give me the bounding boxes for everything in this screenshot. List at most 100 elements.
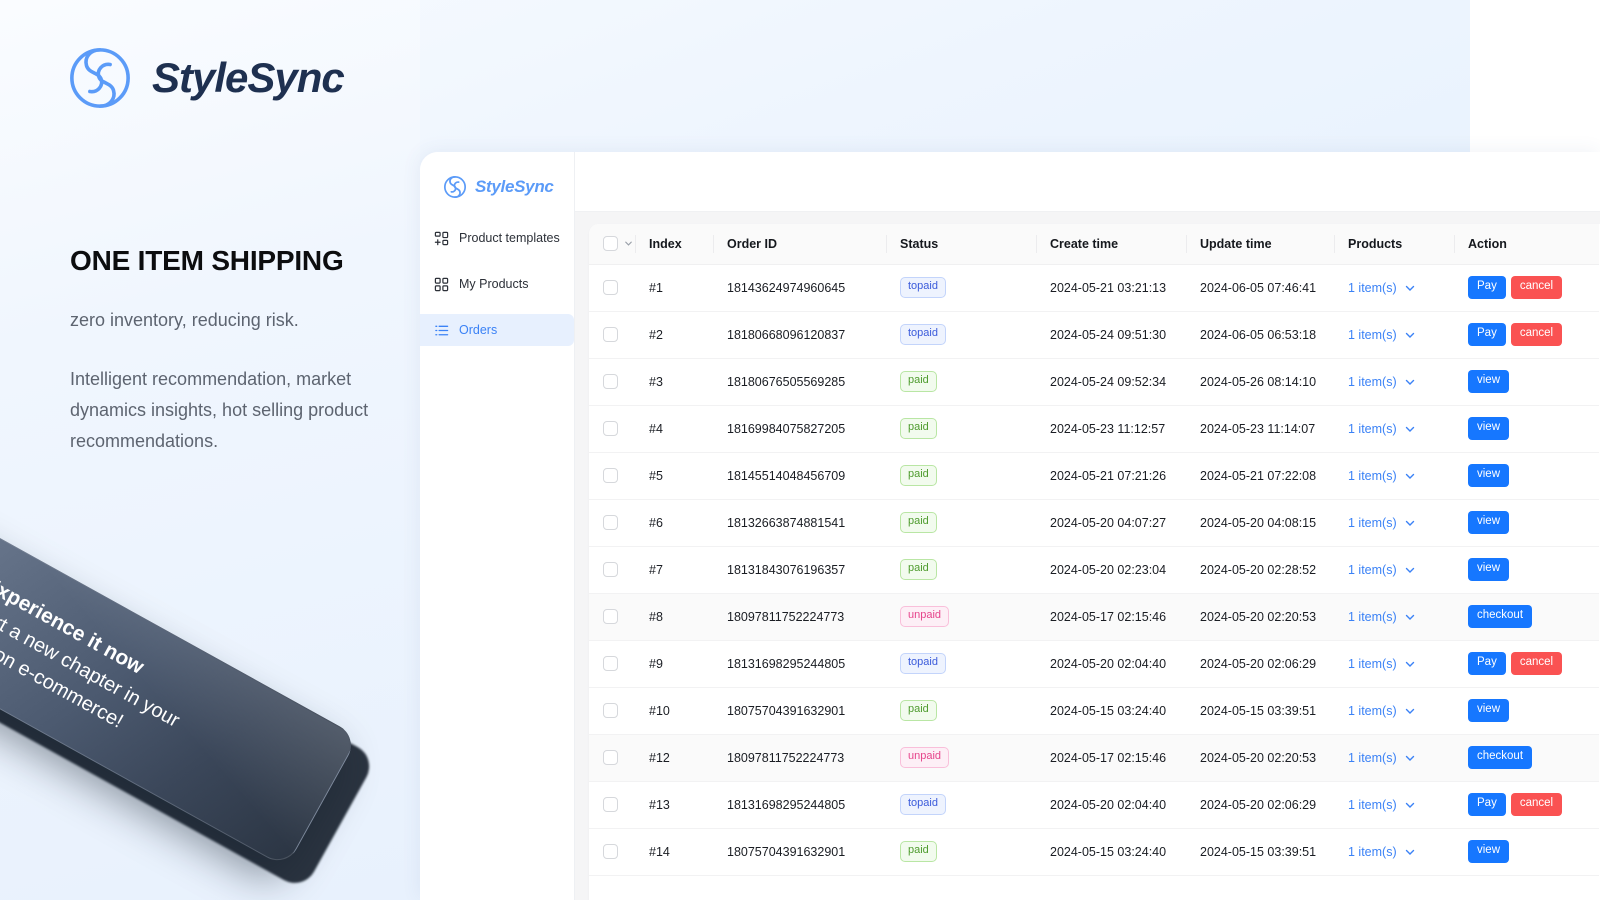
- row-checkbox[interactable]: [603, 797, 618, 813]
- sidebar-item-orders[interactable]: Orders: [420, 314, 574, 346]
- action-view-button[interactable]: view: [1468, 370, 1510, 393]
- action-checkout-button[interactable]: checkout: [1468, 746, 1533, 769]
- table-row[interactable]: #14 18075704391632901 paid 2024-05-15 03:24…: [589, 828, 1599, 876]
- column-header-status[interactable]: Status: [886, 224, 1036, 265]
- sidebar-item-product-templates[interactable]: Product templates: [420, 222, 574, 254]
- action-pay-button[interactable]: Pay: [1468, 652, 1506, 675]
- orders-table-body: #1 18143624974960645 topaid 2024-05-21 03:2…: [589, 264, 1599, 876]
- column-header-products[interactable]: Products: [1334, 224, 1454, 265]
- cell-action: Pay cancel: [1454, 264, 1599, 312]
- cell-products: 1 item(s): [1334, 734, 1454, 782]
- table-row[interactable]: #3 18180676505569285 paid 2024-05-24 09:52:…: [589, 358, 1599, 406]
- column-header-order-id[interactable]: Order ID: [713, 224, 886, 265]
- status-badge: topaid: [900, 653, 946, 674]
- table-row[interactable]: #5 18145514048456709 paid 2024-05-21 07:21:…: [589, 452, 1599, 500]
- cell-status: paid: [886, 405, 1036, 453]
- action-view-button[interactable]: view: [1468, 840, 1510, 863]
- products-expand-link[interactable]: 1 item(s): [1348, 751, 1416, 765]
- table-row[interactable]: #2 18180668096120837 topaid 2024-05-24 09:5…: [589, 311, 1599, 359]
- cell-status: unpaid: [886, 734, 1036, 782]
- table-row[interactable]: #8 18097811752224773 unpaid 2024-05-17 02:1…: [589, 593, 1599, 641]
- products-expand-link[interactable]: 1 item(s): [1348, 422, 1416, 436]
- row-checkbox[interactable]: [603, 656, 618, 672]
- sidebar-item-my-products[interactable]: My Products: [420, 268, 574, 300]
- cell-update-time: 2024-05-15 03:39:51: [1186, 828, 1334, 876]
- marketing-subtext-2: Intelligent recommendation, market dynam…: [70, 369, 369, 452]
- products-expand-link[interactable]: 1 item(s): [1348, 845, 1416, 859]
- cell-update-time: 2024-05-20 02:20:53: [1186, 734, 1334, 782]
- table-row[interactable]: #4 18169984075827205 paid 2024-05-23 11:12:…: [589, 405, 1599, 453]
- table-row[interactable]: #13 18131698295244805 topaid 2024-05-20 02:…: [589, 781, 1599, 829]
- status-badge: paid: [900, 559, 937, 580]
- column-header-update-time[interactable]: Update time: [1186, 224, 1334, 265]
- cell-status: paid: [886, 452, 1036, 500]
- template-grid-icon: [434, 231, 449, 246]
- status-badge: unpaid: [900, 747, 950, 768]
- column-header-create-time[interactable]: Create time: [1036, 224, 1186, 265]
- products-expand-link[interactable]: 1 item(s): [1348, 704, 1416, 718]
- cell-index: #6: [635, 499, 713, 547]
- products-expand-link[interactable]: 1 item(s): [1348, 375, 1416, 389]
- column-header-index[interactable]: Index: [635, 224, 713, 265]
- cell-order-id: 18075704391632901: [713, 687, 886, 735]
- marketing-subtext-1: zero inventory, reducing risk.: [70, 310, 299, 331]
- products-expand-link[interactable]: 1 item(s): [1348, 281, 1416, 295]
- app-window: StyleSync Product templates My Products …: [420, 152, 1600, 900]
- action-pay-button[interactable]: Pay: [1468, 323, 1506, 346]
- row-checkbox[interactable]: [603, 562, 618, 578]
- action-cancel-button[interactable]: cancel: [1510, 323, 1563, 346]
- products-expand-link[interactable]: 1 item(s): [1348, 563, 1416, 577]
- cell-status: unpaid: [886, 593, 1036, 641]
- row-checkbox[interactable]: [603, 750, 618, 766]
- row-checkbox[interactable]: [603, 374, 618, 390]
- cell-index: #9: [635, 640, 713, 688]
- products-expand-link[interactable]: 1 item(s): [1348, 328, 1416, 342]
- table-row[interactable]: #12 18097811752224773 unpaid 2024-05-17 02:…: [589, 734, 1599, 782]
- row-checkbox[interactable]: [603, 844, 618, 860]
- action-cancel-button[interactable]: cancel: [1510, 793, 1563, 816]
- cell-action: Pay cancel: [1454, 640, 1599, 688]
- action-checkout-button[interactable]: checkout: [1468, 605, 1533, 628]
- table-row[interactable]: #9 18131698295244805 topaid 2024-05-20 02:0…: [589, 640, 1599, 688]
- status-badge: topaid: [900, 277, 946, 298]
- chevron-down-icon: [1404, 799, 1416, 811]
- column-header-action[interactable]: Action: [1454, 224, 1599, 265]
- brand-header: StyleSync: [64, 42, 345, 114]
- action-pay-button[interactable]: Pay: [1468, 793, 1506, 816]
- sidebar-item-label: Product templates: [459, 231, 560, 245]
- action-view-button[interactable]: view: [1468, 511, 1510, 534]
- select-all-checkbox[interactable]: [603, 236, 618, 252]
- action-cancel-button[interactable]: cancel: [1510, 652, 1563, 675]
- products-expand-link[interactable]: 1 item(s): [1348, 798, 1416, 812]
- row-checkbox[interactable]: [603, 421, 618, 437]
- products-expand-link[interactable]: 1 item(s): [1348, 469, 1416, 483]
- action-view-button[interactable]: view: [1468, 699, 1510, 722]
- row-checkbox[interactable]: [603, 515, 618, 531]
- row-checkbox[interactable]: [603, 609, 618, 625]
- background-white-corner: [1470, 0, 1600, 155]
- table-row[interactable]: #6 18132663874881541 paid 2024-05-20 04:07:…: [589, 499, 1599, 547]
- action-view-button[interactable]: view: [1468, 558, 1510, 581]
- sidebar-brand[interactable]: StyleSync: [420, 170, 574, 200]
- chevron-down-icon: [1404, 470, 1416, 482]
- action-view-button[interactable]: view: [1468, 464, 1510, 487]
- row-checkbox[interactable]: [603, 468, 618, 484]
- row-checkbox[interactable]: [603, 280, 618, 296]
- action-view-button[interactable]: view: [1468, 417, 1510, 440]
- list-icon: [434, 323, 449, 338]
- action-pay-button[interactable]: Pay: [1468, 276, 1506, 299]
- row-checkbox[interactable]: [603, 327, 618, 343]
- row-checkbox[interactable]: [603, 703, 618, 719]
- products-expand-link[interactable]: 1 item(s): [1348, 516, 1416, 530]
- table-row[interactable]: #7 18131843076196357 paid 2024-05-20 02:23:…: [589, 546, 1599, 594]
- action-cancel-button[interactable]: cancel: [1510, 276, 1563, 299]
- table-row[interactable]: #10 18075704391632901 paid 2024-05-15 03:24…: [589, 687, 1599, 735]
- products-expand-link[interactable]: 1 item(s): [1348, 610, 1416, 624]
- chevron-down-icon[interactable]: [623, 238, 634, 249]
- row-select-cell: [589, 405, 635, 453]
- products-expand-link[interactable]: 1 item(s): [1348, 657, 1416, 671]
- chevron-down-icon: [1404, 611, 1416, 623]
- cell-index: #8: [635, 593, 713, 641]
- status-badge: paid: [900, 371, 937, 392]
- table-row[interactable]: #1 18143624974960645 topaid 2024-05-21 03:2…: [589, 264, 1599, 312]
